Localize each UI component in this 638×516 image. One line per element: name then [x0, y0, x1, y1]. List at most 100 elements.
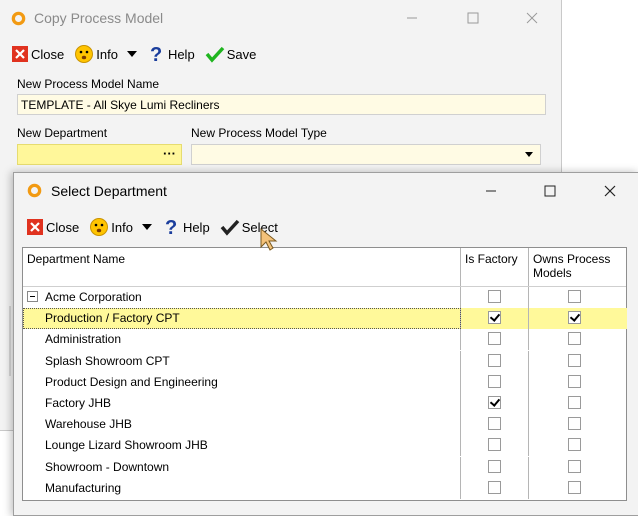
owns-process-models-checkbox[interactable]	[568, 417, 581, 431]
select-department-dialog: Select Department Close Info ? Help Sele…	[13, 172, 638, 516]
minimize-button[interactable]	[476, 177, 506, 205]
owns-process-models-checkbox[interactable]	[568, 353, 581, 367]
department-label: New Department	[17, 126, 108, 140]
department-name-cell[interactable]: Administration	[23, 329, 461, 351]
department-name-cell[interactable]: Warehouse JHB	[23, 414, 461, 436]
close-label: Close	[31, 46, 65, 62]
department-name-cell[interactable]: Acme Corporation	[23, 287, 461, 308]
info-label: Info	[96, 46, 118, 62]
close-window-button[interactable]	[517, 4, 547, 32]
table-row[interactable]: Lounge Lizard Showroom JHB	[23, 435, 627, 457]
is-factory-checkbox[interactable]	[488, 290, 501, 303]
owns-process-models-checkbox[interactable]	[568, 332, 581, 346]
is-factory-cell	[461, 414, 529, 436]
department-name-cell[interactable]: Splash Showroom CPT	[23, 350, 461, 372]
department-name: Splash Showroom CPT	[45, 353, 170, 368]
department-name: Acme Corporation	[45, 290, 142, 304]
owns-process-models-cell	[529, 393, 627, 414]
column-header-department-name[interactable]: Department Name	[23, 248, 461, 286]
grid-header: Department Name Is Factory Owns Process …	[23, 248, 626, 287]
close-x-icon	[526, 12, 538, 24]
owns-process-models-cell	[529, 351, 627, 372]
department-name-cell[interactable]: Lounge Lizard Showroom JHB	[23, 435, 461, 457]
help-button[interactable]: ? Help	[163, 217, 210, 237]
mouse-cursor-icon	[260, 227, 278, 251]
table-row[interactable]: Administration	[23, 329, 626, 351]
is-factory-checkbox[interactable]	[488, 459, 501, 473]
info-dropdown-button[interactable]	[126, 49, 138, 59]
table-row[interactable]: Splash Showroom CPT	[23, 350, 627, 372]
minimize-button[interactable]	[397, 4, 427, 32]
owns-process-models-checkbox[interactable]	[568, 438, 581, 452]
owns-process-models-checkbox[interactable]	[568, 311, 581, 325]
department-name-cell[interactable]: Production / Factory CPT	[23, 308, 461, 330]
table-row[interactable]: Warehouse JHB	[23, 414, 627, 436]
svg-text:?: ?	[165, 217, 177, 237]
owns-process-models-cell	[529, 287, 627, 308]
is-factory-checkbox[interactable]	[488, 438, 501, 452]
table-row[interactable]: Production / Factory CPT	[23, 308, 627, 330]
is-factory-checkbox[interactable]	[488, 311, 501, 325]
owns-process-models-checkbox[interactable]	[568, 396, 581, 409]
department-name: Manufacturing	[45, 480, 122, 495]
info-button[interactable]: Info	[89, 217, 133, 237]
department-name: Lounge Lizard Showroom JHB	[45, 438, 208, 453]
app-logo-icon	[11, 11, 26, 26]
save-button[interactable]: Save	[205, 45, 256, 63]
help-label: Help	[182, 219, 210, 235]
checkmark-icon	[205, 46, 224, 63]
is-factory-cell	[461, 371, 529, 393]
maximize-icon	[467, 12, 479, 24]
close-x-icon	[604, 185, 616, 197]
column-header-owns-process-models[interactable]: Owns Process Models	[529, 248, 627, 286]
process-model-type-select[interactable]	[191, 144, 541, 165]
table-row[interactable]: Showroom - Downtown	[23, 456, 627, 478]
department-name-cell[interactable]: Manufacturing	[23, 477, 461, 499]
is-factory-cell	[461, 393, 529, 414]
owns-process-models-cell	[529, 457, 627, 478]
tree-node-row[interactable]: Acme Corporation	[23, 287, 626, 308]
department-name-cell[interactable]: Showroom - Downtown	[23, 456, 461, 478]
collapse-icon[interactable]	[27, 291, 38, 302]
is-factory-cell	[461, 329, 529, 351]
maximize-button[interactable]	[458, 4, 488, 32]
info-dropdown-button[interactable]	[141, 222, 153, 232]
owns-process-models-cell	[529, 414, 627, 435]
department-name-cell[interactable]: Product Design and Engineering	[23, 371, 461, 393]
maximize-button[interactable]	[535, 177, 565, 205]
main-toolbar: Close Info ? Help Save	[11, 39, 561, 69]
process-model-name-input[interactable]: TEMPLATE - All Skye Lumi Recliners	[17, 94, 546, 115]
department-field[interactable]: ···	[17, 144, 182, 165]
help-icon: ?	[150, 44, 162, 64]
owns-process-models-cell	[529, 308, 627, 330]
owns-process-models-checkbox[interactable]	[568, 480, 581, 494]
close-button[interactable]: Close	[26, 218, 79, 236]
maximize-icon	[544, 185, 556, 197]
is-factory-checkbox[interactable]	[488, 417, 501, 431]
owns-process-models-checkbox[interactable]	[568, 374, 581, 388]
table-row[interactable]: Product Design and Engineering	[23, 371, 626, 393]
owns-process-models-cell	[529, 435, 627, 456]
is-factory-cell	[461, 308, 529, 330]
is-factory-checkbox[interactable]	[488, 396, 501, 409]
department-name-cell[interactable]: Factory JHB	[23, 393, 461, 414]
owns-process-models-checkbox[interactable]	[568, 290, 581, 303]
table-row[interactable]: Manufacturing	[23, 477, 626, 499]
ellipsis-button[interactable]: ···	[163, 146, 176, 161]
info-button[interactable]: Info	[74, 44, 118, 64]
is-factory-checkbox[interactable]	[488, 353, 501, 367]
process-model-name-value: TEMPLATE - All Skye Lumi Recliners	[21, 98, 220, 112]
app-logo-icon	[27, 183, 42, 198]
column-header-is-factory[interactable]: Is Factory	[461, 248, 529, 286]
help-label: Help	[167, 46, 195, 62]
owns-process-models-checkbox[interactable]	[568, 459, 581, 473]
close-button[interactable]: Close	[11, 45, 64, 63]
close-window-button[interactable]	[595, 177, 625, 205]
is-factory-checkbox[interactable]	[488, 374, 501, 388]
dialog-title: Select Department	[51, 183, 167, 199]
is-factory-checkbox[interactable]	[488, 332, 501, 346]
divider	[9, 306, 11, 376]
help-button[interactable]: ? Help	[148, 44, 195, 64]
table-row[interactable]: Factory JHB	[23, 393, 626, 414]
is-factory-checkbox[interactable]	[488, 480, 501, 494]
